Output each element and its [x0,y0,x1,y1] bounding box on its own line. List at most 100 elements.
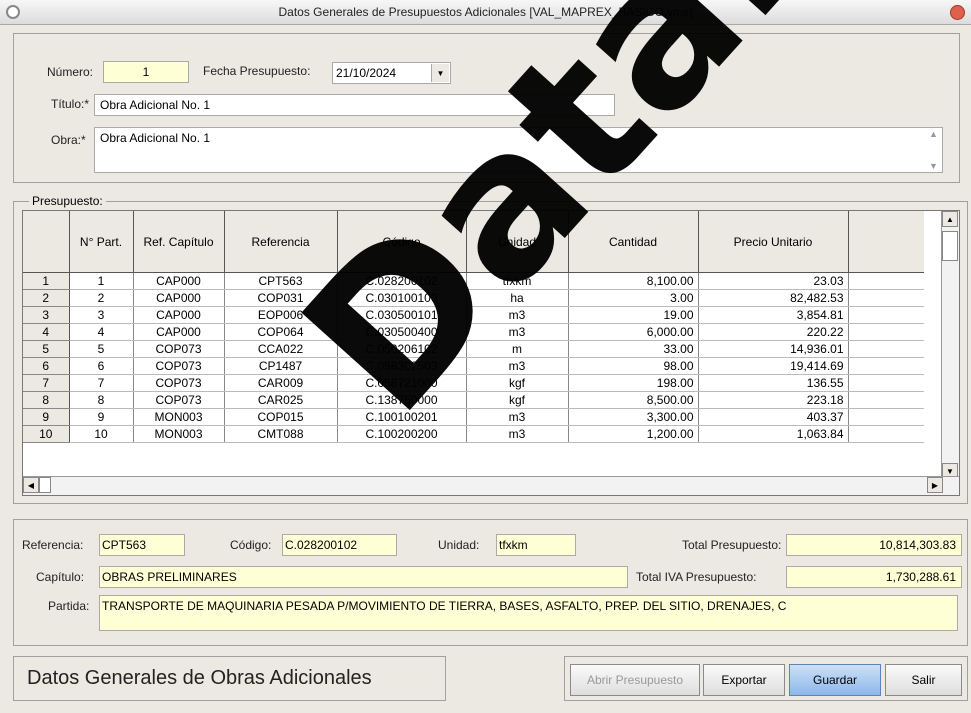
table-cell[interactable]: 1 [69,272,134,290]
table-cell[interactable]: ha [466,289,569,307]
abrir-presupuesto-button[interactable]: Abrir Presupuesto [570,664,700,696]
table-cell[interactable]: 23.03 [698,272,849,290]
table-row[interactable]: 7 7 COP073 CAR009 C.058721000 kgf 198.00 136.55 [23,374,924,392]
table-cell[interactable]: COP073 [133,357,225,375]
table-cell[interactable]: C.030500400 [337,323,467,341]
titulo-field[interactable]: Obra Adicional No. 1 [94,94,615,116]
chevron-down-icon[interactable]: ▼ [431,64,449,82]
table-cell[interactable]: 4 [69,323,134,341]
table-cell[interactable]: 19.00 [568,306,699,324]
table-cell[interactable]: 5 [69,340,134,358]
column-header-ref-capitulo[interactable]: Ref. Capítulo [133,211,225,273]
table-cell[interactable]: 220.22 [698,323,849,341]
table-cell[interactable]: CAR025 [224,391,338,409]
table-cell[interactable]: C.050206102 [337,340,467,358]
guardar-button[interactable]: Guardar [789,664,881,696]
table-cell[interactable]: 6,000.00 [568,323,699,341]
table-cell[interactable]: COP073 [133,340,225,358]
table-cell[interactable]: COP015 [224,408,338,426]
table-cell[interactable]: COP031 [224,289,338,307]
table-cell[interactable]: 223.18 [698,391,849,409]
table-cell[interactable]: 9 [69,408,134,426]
table-cell[interactable]: CAP000 [133,306,225,324]
column-header-codigo[interactable]: Código [337,211,467,273]
salir-button[interactable]: Salir [885,664,962,696]
table-cell[interactable]: 3.00 [568,289,699,307]
table-cell[interactable]: m3 [466,357,569,375]
table-cell[interactable]: C.058721000 [337,374,467,392]
table-cell[interactable]: COP064 [224,323,338,341]
table-cell[interactable]: CP1487 [224,357,338,375]
table-cell[interactable]: 136.55 [698,374,849,392]
table-cell[interactable]: 82,482.53 [698,289,849,307]
exportar-button[interactable]: Exportar [703,664,785,696]
table-cell[interactable]: 10 [69,425,134,443]
column-header-cantidad[interactable]: Cantidad [568,211,699,273]
scroll-thumb[interactable] [942,231,958,261]
table-cell[interactable]: 2 [69,289,134,307]
column-header-precio-unitario[interactable]: Precio Unitario [698,211,849,273]
row-header[interactable]: 6 [23,357,70,375]
table-cell[interactable]: CAP000 [133,289,225,307]
table-cell[interactable]: 19,414.69 [698,357,849,375]
row-header[interactable]: 2 [23,289,70,307]
obra-scrollbar[interactable]: ▲ ▼ [926,129,941,171]
table-cell[interactable]: EOP006 [224,306,338,324]
table-row[interactable]: 4 4 CAP000 COP064 C.030500400 m3 6,000.00 220.2… [23,323,924,341]
scroll-thumb-horizontal[interactable] [39,477,51,493]
table-cell[interactable]: 7 [69,374,134,392]
table-cell[interactable]: C.030500101 [337,306,467,324]
table-cell[interactable]: C.058302503 [337,357,467,375]
table-cell[interactable]: 8 [69,391,134,409]
table-cell[interactable]: C.100200200 [337,425,467,443]
column-header-unidad[interactable]: Unidad [466,211,569,273]
table-vertical-scrollbar[interactable]: ▲ ▼ [941,211,959,479]
table-row[interactable]: 3 3 CAP000 EOP006 C.030500101 m3 19.00 3,854.81 [23,306,924,324]
fecha-dropdown[interactable]: 21/10/2024 ▼ [332,62,451,84]
close-window-icon[interactable] [950,5,965,20]
table-cell[interactable]: C.100100201 [337,408,467,426]
table-cell[interactable]: 6 [69,357,134,375]
table-cell[interactable]: 3,300.00 [568,408,699,426]
row-header[interactable]: 5 [23,340,70,358]
table-cell[interactable]: C.138750000 [337,391,467,409]
table-horizontal-scrollbar[interactable]: ◀ ▶ [23,476,959,495]
table-cell[interactable]: 1,200.00 [568,425,699,443]
row-header[interactable]: 7 [23,374,70,392]
table-row[interactable]: 9 9 MON003 COP015 C.100100201 m3 3,300.00 403.3… [23,408,924,426]
table-row[interactable]: 10 10 MON003 CMT088 C.100200200 m3 1,200.00 1,0… [23,425,924,443]
table-cell[interactable]: CPT563 [224,272,338,290]
table-cell[interactable]: kgf [466,374,569,392]
table-cell[interactable]: 33.00 [568,340,699,358]
table-cell[interactable]: CCA022 [224,340,338,358]
table-cell[interactable]: 3 [69,306,134,324]
table-cell[interactable]: tfxkm [466,272,569,290]
table-cell[interactable]: 14,936.01 [698,340,849,358]
scroll-up-icon[interactable]: ▲ [942,211,958,227]
column-header-referencia[interactable]: Referencia [224,211,338,273]
obra-textarea[interactable]: Obra Adicional No. 1 ▲ ▼ [94,127,943,173]
table-cell[interactable]: C.030100100 [337,289,467,307]
numero-field[interactable]: 1 [103,61,189,83]
table-cell[interactable]: m3 [466,408,569,426]
table-cell[interactable]: 98.00 [568,357,699,375]
table-cell[interactable]: 403.37 [698,408,849,426]
row-header[interactable]: 8 [23,391,70,409]
table-row[interactable]: 6 6 COP073 CP1487 C.058302503 m3 98.00 19,414.6… [23,357,924,375]
scroll-left-icon[interactable]: ◀ [23,477,39,493]
table-cell[interactable]: m3 [466,323,569,341]
row-header[interactable]: 1 [23,272,70,290]
scroll-right-icon[interactable]: ▶ [927,477,943,493]
scroll-down-icon[interactable]: ▼ [929,161,938,171]
table-cell[interactable]: 198.00 [568,374,699,392]
table-cell[interactable]: C.028200102 [337,272,467,290]
table-cell[interactable]: MON003 [133,425,225,443]
table-cell[interactable]: m3 [466,306,569,324]
table-row[interactable]: 8 8 COP073 CAR025 C.138750000 kgf 8,500.00 223.… [23,391,924,409]
table-cell[interactable]: CAP000 [133,323,225,341]
table-cell[interactable]: kgf [466,391,569,409]
table-cell[interactable]: CMT088 [224,425,338,443]
column-header-npart[interactable]: N° Part. [69,211,134,273]
table-row[interactable]: 1 1 CAP000 CPT563 C.028200102 tfxkm 8,100.00 23… [23,272,924,290]
row-header[interactable]: 9 [23,408,70,426]
